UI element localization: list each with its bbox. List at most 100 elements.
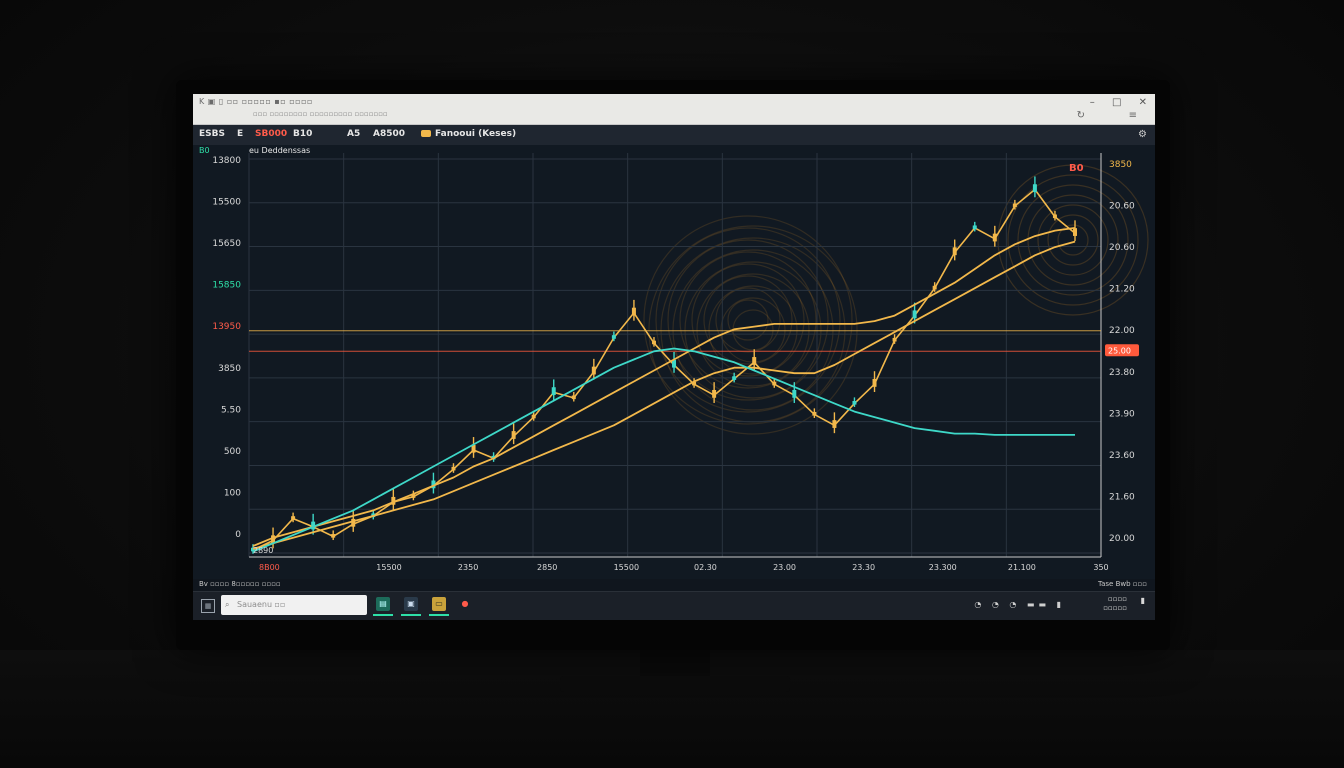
reload-icon[interactable]: ↻ [1077,110,1085,121]
indicator-selector[interactable]: Fanooui (Keses) [421,129,516,139]
monitor-stand-base [560,676,790,692]
symbol-label[interactable]: ESBS [199,129,225,139]
y-axis-right-label: 23.80 [1109,368,1135,378]
status-right-text: Tase Bwb ▫▫▫ [1097,580,1147,588]
y-axis-right-label: 21.20 [1109,285,1135,295]
candle-body [571,395,576,400]
x-axis-start-label: 8B00 [259,563,280,572]
y-axis-right-label: 23.60 [1109,451,1135,461]
y-axis-right-label: 22.00 [1109,326,1135,336]
browser-bar: K ▣ ▯ ▫▫ ▫▫▫▫▫ ▪▫ ▫▫▫▫ ▫▫▫ ▫▫▫▫▫▫▫▫ ▫▫▫▫… [193,94,1155,125]
candle-body [832,420,837,428]
chart-toolbar: ESBS E SB000 B10 A5 A8500 Fanooui (Keses… [193,125,1155,145]
indicator-color-swatch [421,130,431,137]
last-price-label: B0 [1069,163,1084,174]
candle-body [611,335,616,339]
taskbar-app-folder-icon[interactable]: ▭ [429,597,449,616]
candle-body [1052,214,1057,219]
x-axis-label: 23.00 [773,563,796,572]
x-axis-label: 23.30 [852,563,875,572]
y-axis-right-label: 20.60 [1109,202,1135,212]
toolbar-item[interactable]: B10 [293,129,312,139]
settings-icon[interactable]: ⚙ [1138,129,1147,140]
start-icon[interactable]: ▦ [201,599,215,613]
legend-symbol: eu Deddenssas [249,146,310,155]
y-axis-right-label: 3850 [1109,160,1132,170]
clock[interactable]: ▫▫▫▫ ▫▫▫▫▫ [1103,595,1127,613]
candle-body [651,340,656,345]
candle-body [1073,228,1077,236]
y-axis-right-label: 20.60 [1109,243,1135,253]
y-axis-left-label: 100 [224,488,241,498]
close-icon[interactable]: ✕ [1139,97,1147,108]
x-axis-label: 02.30 [694,563,717,572]
y-axis-left-label: 13950 [212,322,241,332]
y-axis-left-label: 3850 [218,364,241,374]
candle-body [792,389,797,398]
maximize-icon[interactable]: □ [1112,97,1121,108]
search-placeholder: Sauaenu ▫▫ [237,600,286,609]
candle-body [631,307,636,316]
toolbar-item[interactable]: A5 [347,129,360,139]
clock-time: ▫▫▫▫ [1108,595,1127,603]
candle-body [932,285,937,290]
price-badge: SB000 [255,129,288,139]
candle-body [812,411,817,416]
candle-body [892,337,897,342]
y-axis-left-label: 15650 [212,239,241,249]
legend-marker: B0 [199,146,210,155]
indicator-label: Fanooui (Keses) [435,129,517,139]
y-axis-right-label: 23.90 [1109,409,1135,419]
candle-body [551,387,556,396]
candle-body [852,401,857,405]
address-bar[interactable]: ▫▫▫ ▫▫▫▫▫▫▫▫ ▫▫▫▫▫▫▫▫▫ ▫▫▫▫▫▫▫ [253,110,388,118]
y-axis-left-label: 13800 [212,156,241,166]
taskbar-app-chart-icon[interactable]: ▤ [373,597,393,616]
candle-body [952,247,957,256]
candle-body [912,310,917,319]
y-axis-left-label: 5.50 [221,405,241,415]
taskbar: ▦ ⌕ Sauaenu ▫▫ ▤ ▣ ▭ ● ◔ ◔ ◔ ▬▬ ▮ ▫▫▫▫ ▫… [193,591,1155,620]
toolbar-item[interactable]: E [237,129,243,139]
status-left-text: Bv ▫▫▫▫ 8▫▫▫▫▫ ▫▫▫▫ [199,580,281,588]
y-axis-left-label: 15500 [212,198,241,208]
x-axis-label: 350 [1093,563,1108,572]
x-axis-label: 23.300 [929,563,957,572]
x-axis-label: 21.100 [1008,563,1036,572]
taskbar-app-record-icon[interactable]: ● [458,597,472,611]
taskbar-app-window-icon[interactable]: ▣ [401,597,421,616]
y-axis-right-label: 21.60 [1109,492,1135,502]
search-icon: ⌕ [225,600,230,609]
candle-body [291,516,296,520]
candle-body [752,357,757,365]
candle-body [772,381,777,386]
browser-tabs[interactable]: K ▣ ▯ ▫▫ ▫▫▫▫▫ ▪▫ ▫▫▫▫ [199,97,313,106]
screen: K ▣ ▯ ▫▫ ▫▫▫▫▫ ▪▫ ▫▫▫▫ ▫▫▫ ▫▫▫▫▫▫▫▫ ▫▫▫▫… [193,94,1155,620]
candle-body [732,376,737,380]
candle-body [331,534,336,538]
minimize-icon[interactable]: – [1090,97,1095,108]
notification-icon[interactable]: ▮ [1141,596,1145,605]
x-axis-label: 15500 [614,563,639,572]
toolbar-item[interactable]: A8500 [373,129,405,139]
candle-body [451,466,456,471]
candle-body [972,225,977,230]
candle-body [712,389,717,398]
x-axis-label: 15500 [376,563,401,572]
chart-corner-label: 2890 [253,546,273,555]
menu-icon[interactable]: ≡ [1129,110,1137,121]
x-axis-label: 2350 [458,563,478,572]
taskbar-search-input[interactable]: ⌕ Sauaenu ▫▫ [221,595,367,615]
candle-body [992,233,997,242]
status-strip: Bv ▫▫▫▫ 8▫▫▫▫▫ ▫▫▫▫ Tase Bwb ▫▫▫ [193,579,1155,591]
window-controls: – □ ✕ [1076,97,1147,108]
price-chart[interactable]: 13800 15500 15650 15850 13950 3850 5.50 500 100 0… [193,145,1155,579]
candle-body [1032,184,1037,193]
candle-body [531,414,536,419]
price-highlight-label: 25.00 [1108,346,1131,355]
y-axis-right-label: 20.00 [1109,534,1135,544]
candle-body [872,379,877,387]
clock-date: ▫▫▫▫▫ [1103,604,1127,612]
candle-body [511,431,516,439]
system-tray-icons[interactable]: ◔ ◔ ◔ ▬▬ ▮ [974,600,1065,609]
